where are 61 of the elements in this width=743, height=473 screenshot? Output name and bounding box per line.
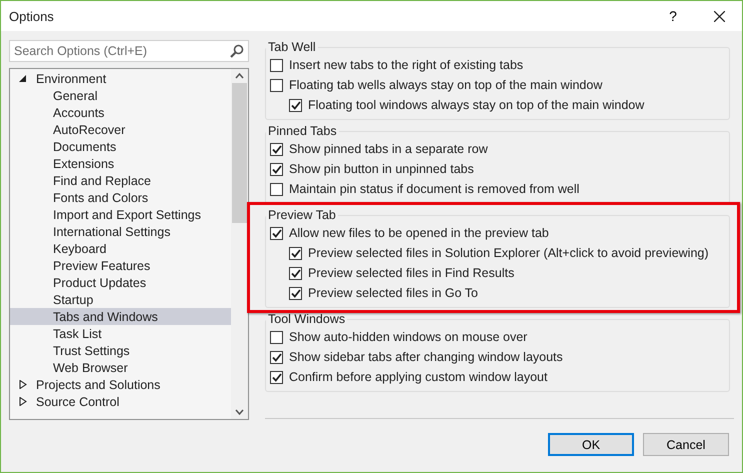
tree-item[interactable]: Tabs and Windows [10,308,231,325]
tree-item[interactable]: International Settings [10,223,231,240]
checkbox-label[interactable]: Show pin button in unpinned tabs [289,162,474,176]
checkbox-label[interactable]: Maintain pin status if document is removed from well [289,182,580,196]
tree-item[interactable]: Find and Replace [10,172,231,189]
window-title: Options [9,8,55,24]
checkbox[interactable] [289,266,302,280]
search-field[interactable]: Search Options (Ctrl+E) [9,40,249,62]
collapse-icon[interactable] [18,74,28,84]
help-button[interactable]: ? [650,1,696,31]
tree-item[interactable]: Source Control [10,393,231,410]
group-title: Tool Windows [267,312,346,326]
tree-item[interactable]: Product Updates [10,274,231,291]
tree-item[interactable]: Environment [10,70,231,87]
tree-item[interactable]: Projects and Solutions [10,376,231,393]
checkbox[interactable] [270,350,283,364]
tree-item[interactable]: Import and Export Settings [10,206,231,223]
checkbox-label[interactable]: Preview selected files in Solution Explorer (Alt+click to avoid previewing) [308,246,709,260]
tree-item[interactable]: Extensions [10,155,231,172]
checkbox[interactable] [289,246,302,260]
group-title: Preview Tab [267,208,337,222]
tree-item[interactable]: AutoRecover [10,121,231,138]
checkbox[interactable] [270,226,283,240]
checkbox-label[interactable]: Preview selected files in Go To [308,286,478,300]
checkbox[interactable] [270,142,283,156]
close-icon [714,10,724,22]
tree-item[interactable]: Startup [10,291,231,308]
checkbox-label[interactable]: Preview selected files in Find Results [308,266,514,280]
checkbox[interactable] [289,286,302,300]
checkbox-label[interactable]: Floating tab wells always stay on top of the main window [289,78,602,92]
checkbox-label[interactable]: Insert new tabs to the right of existing tabs [289,58,524,72]
tree-item[interactable]: General [10,87,231,104]
scrollbar[interactable] [231,69,248,419]
checkbox-label[interactable]: Allow new files to be opened in the preview tab [289,226,549,240]
search-icon [230,44,244,58]
checkbox[interactable] [289,98,302,112]
group-title: Pinned Tabs [267,124,338,138]
tree-item[interactable]: Trust Settings [10,342,231,359]
tree-item[interactable]: Accounts [10,104,231,121]
expand-icon[interactable] [18,380,28,390]
checkbox[interactable] [270,182,283,196]
checkbox-label[interactable]: Confirm before applying custom window layout [289,370,548,384]
checkbox[interactable] [270,58,283,72]
expand-icon[interactable] [18,396,28,406]
checkbox-label[interactable]: Show auto-hidden windows on mouse over [289,330,528,344]
dialog-button[interactable]: Cancel [643,433,729,456]
checkbox[interactable] [270,162,283,176]
tree-item[interactable]: Fonts and Colors [10,189,231,206]
dialog-button[interactable]: OK [548,433,634,456]
tree-item[interactable]: Documents [10,138,231,155]
checkbox[interactable] [270,78,283,92]
group-title: Tab Well [267,40,317,54]
checkbox-label[interactable]: Show sidebar tabs after changing window layouts [289,350,563,364]
checkbox[interactable] [270,370,283,384]
tree-item[interactable]: Web Browser [10,359,231,376]
checkbox-label[interactable]: Floating tool windows always stay on top of the main window [308,98,644,112]
tree-item[interactable]: Keyboard [10,240,231,257]
tree-item[interactable]: Task List [10,325,231,342]
checkbox-label[interactable]: Show pinned tabs in a separate row [289,142,488,156]
checkbox[interactable] [270,330,283,344]
tree-item[interactable]: Preview Features [10,257,231,274]
